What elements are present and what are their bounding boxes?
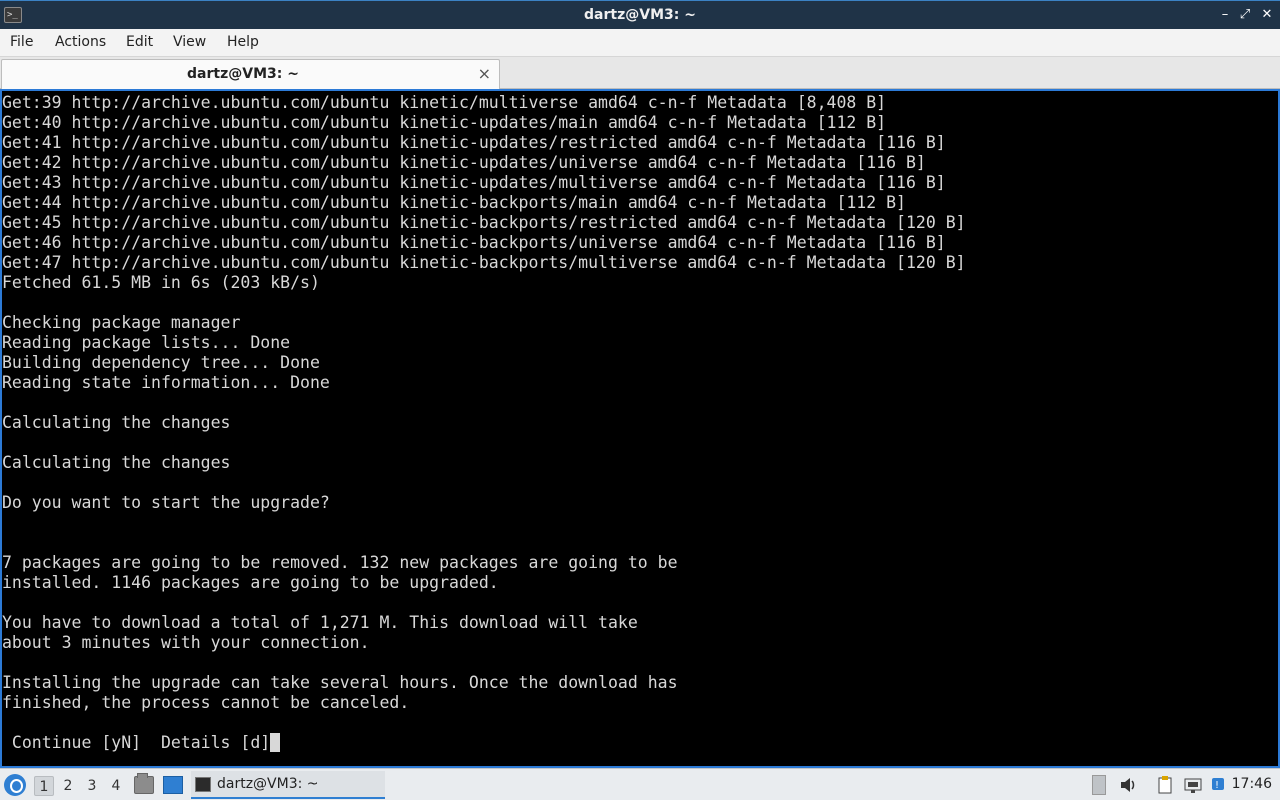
upgrade-prompt: Continue [yN] Details [d]: [2, 733, 271, 752]
file-manager-icon[interactable]: [134, 773, 154, 794]
text-cursor: [270, 733, 281, 752]
terminal-line: Calculating the changes: [2, 413, 231, 432]
workspace-3[interactable]: 3: [82, 776, 102, 796]
terminal-line: Get:42 http://archive.ubuntu.com/ubuntu …: [2, 153, 926, 172]
taskbar-task-label: dartz@VM3: ~: [217, 776, 319, 792]
terminal-line: Get:39 http://archive.ubuntu.com/ubuntu …: [2, 93, 887, 112]
maximize-button[interactable]: ⤢: [1237, 6, 1253, 24]
terminal-lines: Get:39 http://archive.ubuntu.com/ubuntu …: [2, 93, 1272, 753]
window-titlebar[interactable]: >_ dartz@VM3: ~ – ⤢ ✕: [0, 0, 1280, 29]
clipboard-icon[interactable]: [1156, 775, 1174, 795]
tab-terminal[interactable]: dartz@VM3: ~ ×: [1, 59, 500, 89]
tab-label: dartz@VM3: ~: [187, 66, 299, 82]
terminal-line: about 3 minutes with your connection.: [2, 633, 370, 652]
terminal-line: Get:41 http://archive.ubuntu.com/ubuntu …: [2, 133, 946, 152]
terminal-line: Reading state information... Done: [2, 373, 330, 392]
taskbar-terminal-item[interactable]: dartz@VM3: ~: [191, 771, 385, 799]
terminal-line: Installing the upgrade can take several …: [2, 673, 678, 692]
terminal-line: Get:47 http://archive.ubuntu.com/ubuntu …: [2, 253, 966, 272]
show-desktop-icon[interactable]: [163, 776, 183, 794]
workspace-1[interactable]: 1: [34, 776, 54, 796]
terminal-icon: [195, 777, 211, 792]
terminal-line: Get:40 http://archive.ubuntu.com/ubuntu …: [2, 113, 887, 132]
svg-text:!: !: [1215, 780, 1219, 791]
menu-bar: File Actions Edit View Help: [0, 29, 1280, 57]
volume-icon[interactable]: [1119, 775, 1137, 795]
menu-file[interactable]: File: [10, 34, 33, 50]
network-icon[interactable]: [1183, 775, 1203, 795]
terminal-line: Fetched 61.5 MB in 6s (203 kB/s): [2, 273, 320, 292]
start-menu-icon[interactable]: [4, 774, 26, 796]
tab-close-icon[interactable]: ×: [478, 64, 491, 83]
terminal-line: Get:46 http://archive.ubuntu.com/ubuntu …: [2, 233, 946, 252]
terminal-line: Calculating the changes: [2, 453, 231, 472]
window-title: dartz@VM3: ~: [584, 7, 696, 23]
workspace-2[interactable]: 2: [58, 776, 78, 796]
menu-view[interactable]: View: [173, 34, 206, 50]
workspace-4[interactable]: 4: [106, 776, 126, 796]
terminal-output[interactable]: Get:39 http://archive.ubuntu.com/ubuntu …: [0, 89, 1280, 768]
terminal-prompt-line[interactable]: Continue [yN] Details [d]: [2, 733, 1272, 753]
terminal-line: You have to download a total of 1,271 M.…: [2, 613, 638, 632]
update-notifier-icon[interactable]: !: [1210, 775, 1228, 795]
menu-edit[interactable]: Edit: [126, 34, 153, 50]
tab-bar: dartz@VM3: ~ ×: [0, 57, 1280, 89]
terminal-line: Reading package lists... Done: [2, 333, 291, 352]
menu-actions[interactable]: Actions: [55, 34, 106, 50]
terminal-line: finished, the process cannot be canceled…: [2, 693, 410, 712]
terminal-line: 7 packages are going to be removed. 132 …: [2, 553, 678, 572]
close-button[interactable]: ✕: [1259, 6, 1275, 24]
terminal-line: Get:43 http://archive.ubuntu.com/ubuntu …: [2, 173, 946, 192]
terminal-line: Building dependency tree... Done: [2, 353, 320, 372]
terminal-line: Get:44 http://archive.ubuntu.com/ubuntu …: [2, 193, 906, 212]
clock: 17:46: [1231, 776, 1272, 792]
terminal-line: installed. 1146 packages are going to be…: [2, 573, 499, 592]
tray-scroll-icon[interactable]: [1092, 775, 1106, 795]
minimize-button[interactable]: –: [1217, 6, 1233, 24]
terminal-line: Checking package manager: [2, 313, 241, 332]
terminal-line: Do you want to start the upgrade?: [2, 493, 330, 512]
menu-help[interactable]: Help: [227, 34, 259, 50]
terminal-line: Get:45 http://archive.ubuntu.com/ubuntu …: [2, 213, 966, 232]
taskbar: 1 2 3 4 dartz@VM3: ~ ! 17:46: [0, 768, 1280, 800]
